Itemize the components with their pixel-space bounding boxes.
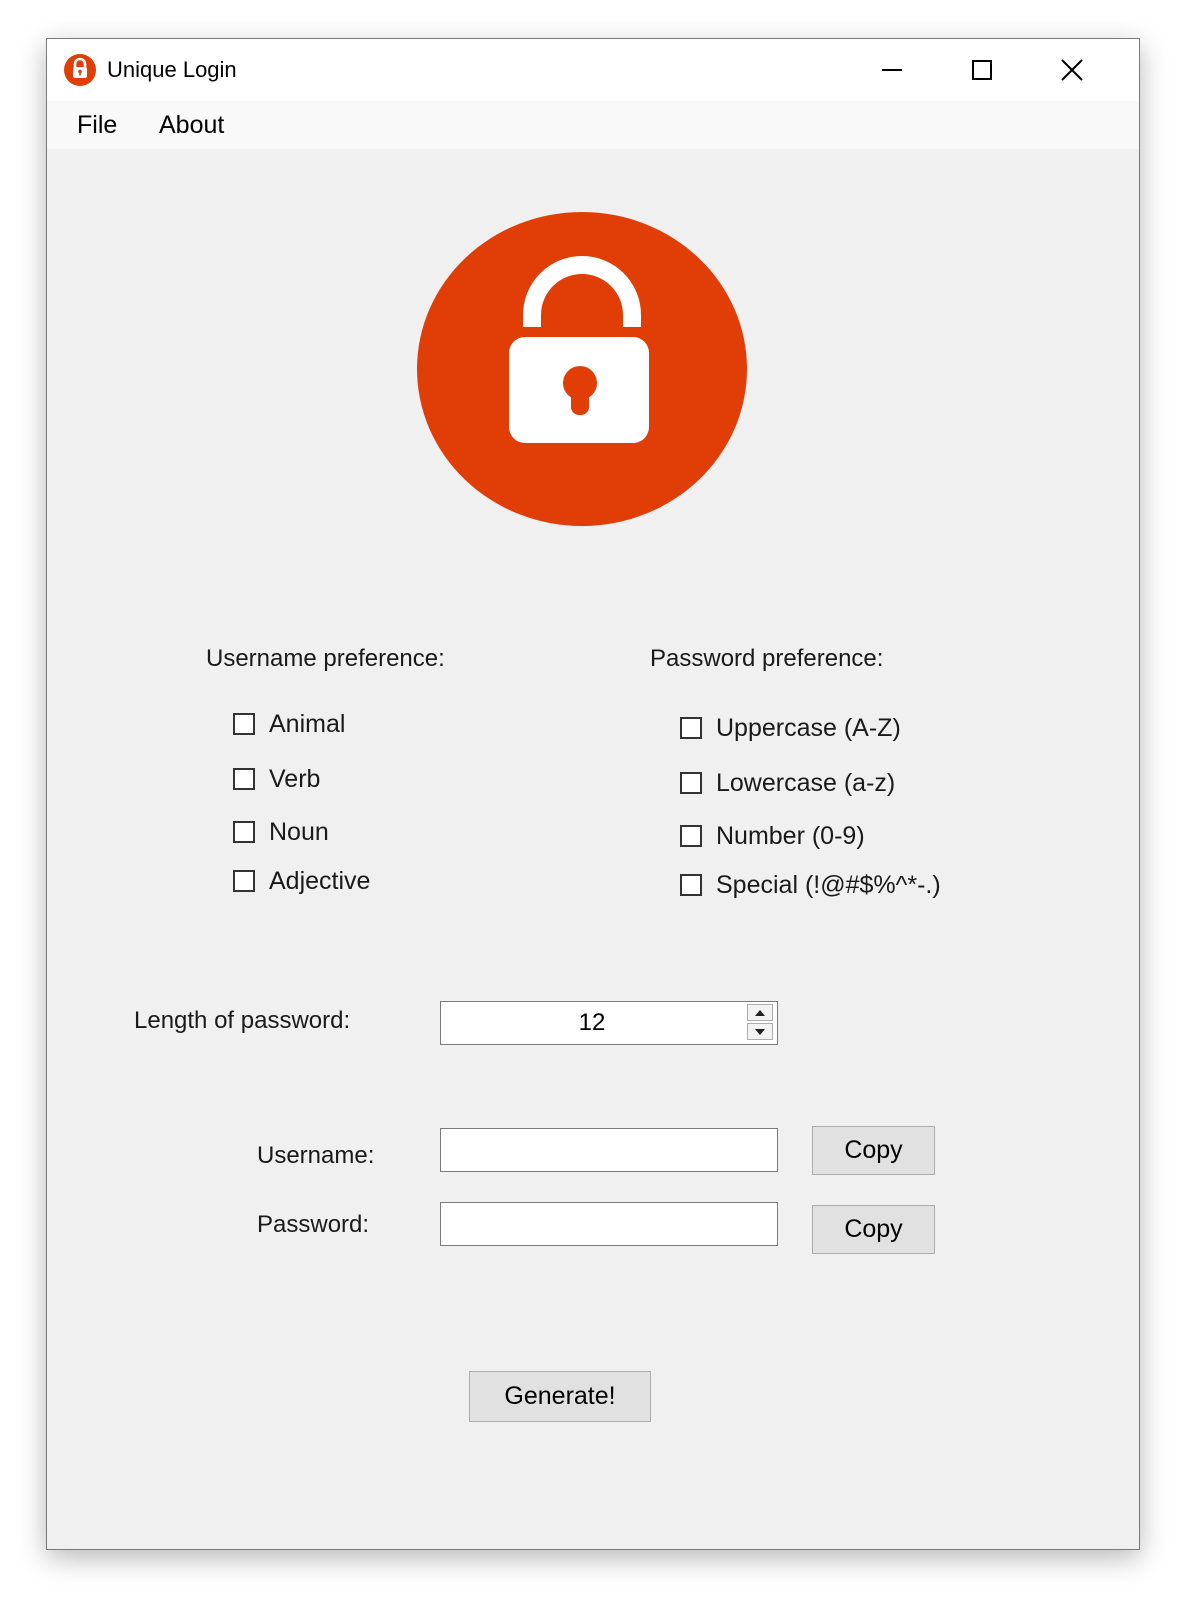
checkbox-box[interactable] (680, 772, 702, 794)
menu-bar: File About (47, 101, 1139, 149)
spin-down-button[interactable] (747, 1023, 773, 1040)
checkbox-box[interactable] (680, 874, 702, 896)
checkbox-box[interactable] (680, 825, 702, 847)
checkbox-verb[interactable]: Verb (233, 764, 320, 794)
checkbox-number[interactable]: Number (0-9) (680, 821, 865, 851)
menu-file[interactable]: File (77, 111, 117, 139)
checkbox-label: Lowercase (a-z) (716, 769, 896, 797)
password-output-field[interactable] (440, 1202, 778, 1246)
checkbox-label: Special (!@#$%^*-.) (716, 871, 941, 899)
spin-up-button[interactable] (747, 1004, 773, 1021)
checkbox-box[interactable] (233, 768, 255, 790)
password-preference-label: Password preference: (650, 645, 884, 672)
checkbox-adjective[interactable]: Adjective (233, 866, 370, 896)
app-window: Unique Login File About Username prefere… (46, 38, 1140, 1550)
arrow-down-icon (755, 1028, 765, 1035)
password-label: Password: (257, 1211, 370, 1238)
minimize-button[interactable] (847, 39, 937, 101)
checkbox-box[interactable] (680, 717, 702, 739)
padlock-logo-icon (417, 212, 747, 526)
checkbox-noun[interactable]: Noun (233, 817, 329, 847)
checkbox-special[interactable]: Special (!@#$%^*-.) (680, 870, 941, 900)
length-spinner[interactable]: 12 (440, 1001, 778, 1045)
copy-username-button[interactable]: Copy (812, 1126, 935, 1175)
checkbox-label: Adjective (269, 867, 371, 895)
length-label: Length of password: (134, 1007, 351, 1034)
checkbox-box[interactable] (233, 821, 255, 843)
checkbox-label: Verb (269, 765, 321, 793)
generate-button[interactable]: Generate! (469, 1371, 651, 1422)
close-button[interactable] (1027, 39, 1117, 101)
checkbox-label: Animal (269, 710, 346, 738)
length-value[interactable]: 12 (441, 1002, 743, 1044)
padlock-icon (64, 54, 96, 86)
maximize-button[interactable] (937, 39, 1027, 101)
menu-about[interactable]: About (159, 111, 224, 139)
username-output-field[interactable] (440, 1128, 778, 1172)
checkbox-lowercase[interactable]: Lowercase (a-z) (680, 768, 895, 798)
checkbox-label: Number (0-9) (716, 822, 865, 850)
checkbox-uppercase[interactable]: Uppercase (A-Z) (680, 713, 901, 743)
maximize-icon (972, 60, 992, 80)
checkbox-label: Noun (269, 818, 329, 846)
copy-password-button[interactable]: Copy (812, 1205, 935, 1254)
window-title: Unique Login (107, 57, 237, 82)
minimize-icon (882, 69, 902, 71)
spinner-buttons (747, 1004, 775, 1042)
title-bar[interactable]: Unique Login (47, 39, 1139, 101)
close-icon (1061, 59, 1083, 81)
checkbox-box[interactable] (233, 870, 255, 892)
checkbox-label: Uppercase (A-Z) (716, 714, 901, 742)
checkbox-box[interactable] (233, 713, 255, 735)
username-label: Username: (257, 1142, 375, 1169)
checkbox-animal[interactable]: Animal (233, 709, 345, 739)
username-preference-label: Username preference: (206, 645, 445, 672)
arrow-up-icon (755, 1009, 765, 1016)
